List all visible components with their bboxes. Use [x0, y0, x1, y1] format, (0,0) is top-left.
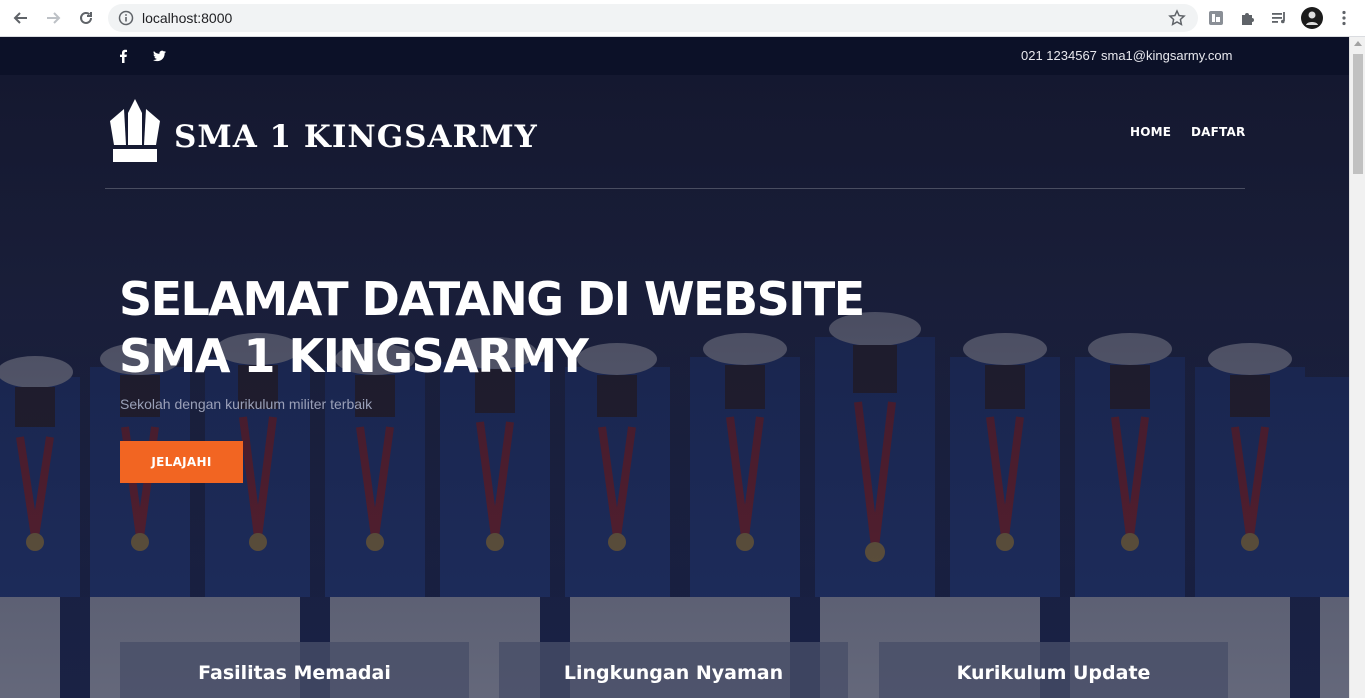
reload-icon[interactable] [74, 6, 98, 30]
facebook-icon[interactable] [118, 49, 132, 63]
feature-title: Lingkungan Nyaman [563, 662, 784, 684]
back-arrow-icon[interactable] [9, 6, 33, 30]
hero-title: SELAMAT DATANG DI WEBSITE SMA 1 KINGSARM… [119, 271, 1019, 385]
topbar-phone[interactable]: 021 1234567 [1021, 48, 1097, 63]
bookmark-star-icon[interactable] [1168, 9, 1186, 32]
media-queue-icon[interactable] [1268, 7, 1290, 29]
feature-title: Fasilitas Memadai [198, 662, 391, 684]
nav-home[interactable]: HOME [1130, 125, 1171, 139]
hero-title-line-2: SMA 1 KINGSARMY [119, 329, 589, 383]
feature-card: Fasilitas Memadai [120, 642, 469, 698]
header-divider [105, 188, 1245, 189]
feature-card: Lingkungan Nyaman [499, 642, 848, 698]
scrollbar-thumb[interactable] [1353, 54, 1363, 174]
puzzle-icon[interactable] [1237, 7, 1259, 29]
profile-avatar[interactable] [1301, 7, 1323, 29]
brand-name[interactable]: SMA 1 KINGSARMY [174, 119, 538, 155]
feature-title: Kurikulum Update [956, 662, 1151, 684]
browser-toolbar: localhost:8000 [0, 0, 1365, 37]
twitter-icon[interactable] [153, 49, 167, 63]
topbar-email[interactable]: sma1@kingsarmy.com [1101, 48, 1232, 63]
brand-logo-icon[interactable] [110, 99, 160, 168]
extension-icon[interactable] [1205, 7, 1227, 29]
topbar: 021 1234567 sma1@kingsarmy.com [0, 37, 1349, 75]
page-scrollbar[interactable] [1349, 37, 1365, 698]
hero-subtitle: Sekolah dengan kurikulum militer terbaik [120, 396, 373, 412]
feature-card: Kurikulum Update [879, 642, 1228, 698]
menu-kebab-icon[interactable] [1333, 7, 1355, 29]
nav-daftar[interactable]: DAFTAR [1191, 125, 1245, 139]
url-text[interactable]: localhost:8000 [142, 10, 232, 26]
hero-title-line-1: SELAMAT DATANG DI WEBSITE [119, 272, 865, 326]
info-icon[interactable] [118, 10, 134, 31]
address-bar[interactable]: localhost:8000 [108, 4, 1198, 32]
scroll-up-arrow-icon[interactable] [1354, 41, 1362, 46]
jelajahi-button[interactable]: JELAJAHI [120, 441, 243, 483]
forward-arrow-icon[interactable] [41, 6, 65, 30]
page-viewport: 021 1234567 sma1@kingsarmy.com SMA 1 KIN… [0, 37, 1349, 698]
